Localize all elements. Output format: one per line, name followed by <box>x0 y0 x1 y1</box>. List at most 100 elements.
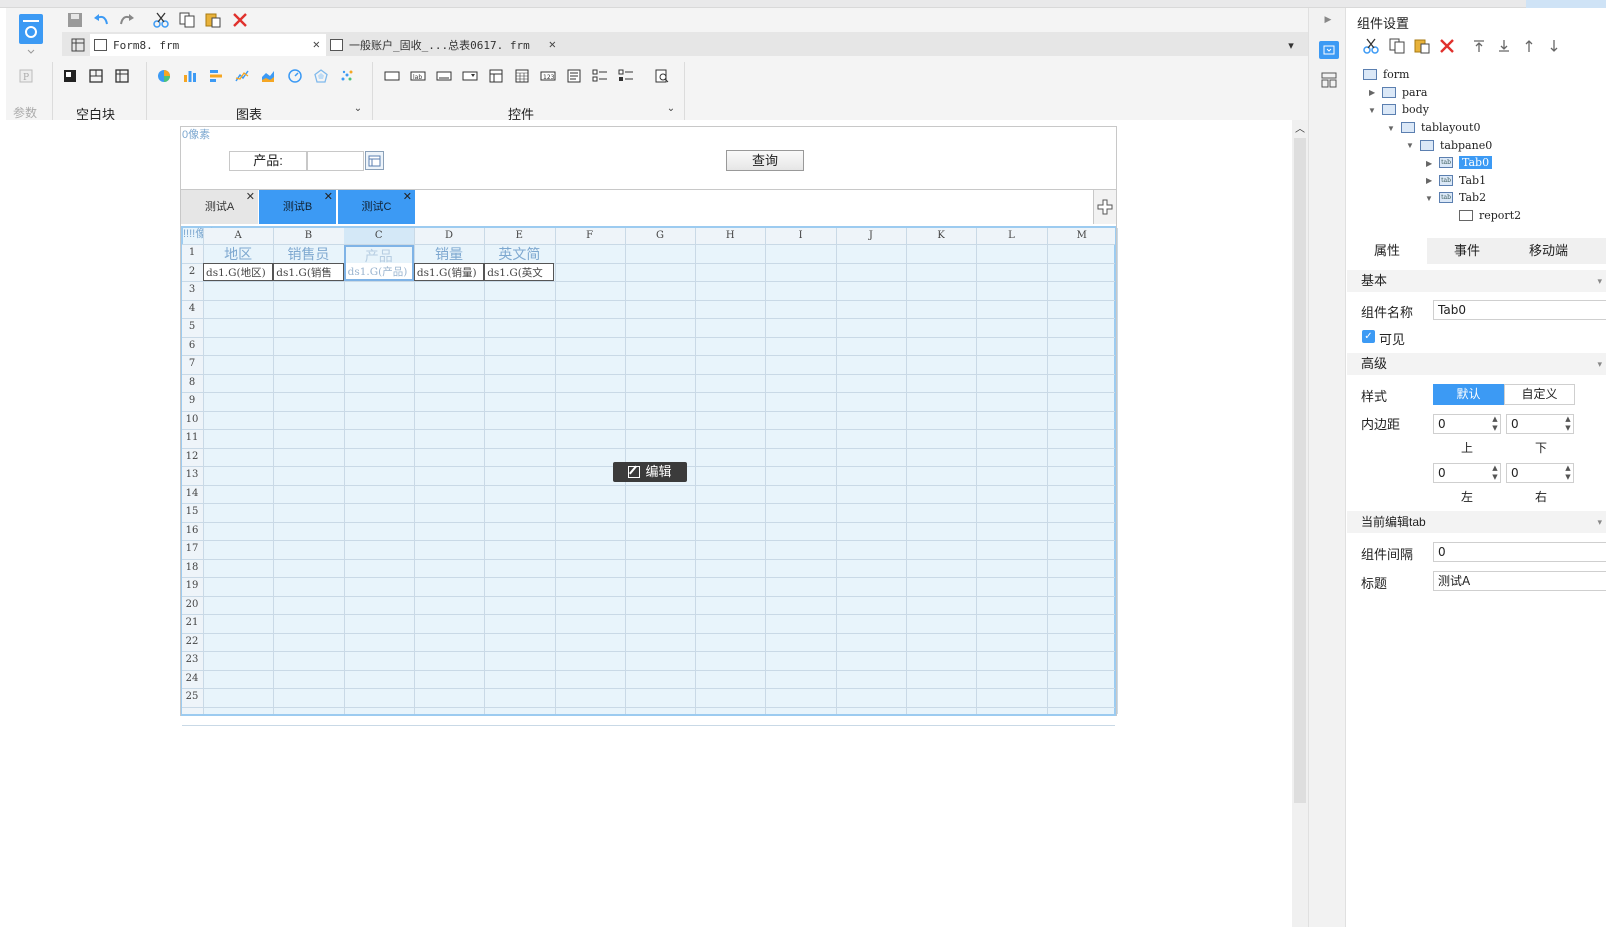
row-header[interactable]: 6 <box>181 337 203 355</box>
text-field-widget-icon[interactable] <box>436 68 452 84</box>
redo-icon[interactable] <box>118 11 136 29</box>
tree-node-report2[interactable]: report2 <box>1459 207 1521 224</box>
move-up-icon[interactable] <box>1521 38 1537 54</box>
tab-properties[interactable]: 属性 <box>1347 238 1427 264</box>
row-header[interactable]: 19 <box>181 577 203 595</box>
row-header[interactable]: 17 <box>181 540 203 558</box>
checkbox-group-widget-icon[interactable] <box>592 68 608 84</box>
row-header[interactable]: 10 <box>181 411 203 429</box>
padding-top-input[interactable]: 0 ▲ ▼ <box>1433 414 1501 434</box>
column-header[interactable]: K <box>906 228 976 244</box>
row-header[interactable]: 5 <box>181 318 203 336</box>
cut-icon[interactable] <box>1363 38 1379 54</box>
tab-test-a[interactable]: 测试A ✕ <box>181 190 258 224</box>
tree-node-tab2[interactable]: tab Tab2 <box>1439 189 1486 206</box>
number-widget-icon[interactable]: 123 <box>540 68 556 84</box>
row-header[interactable]: 23 <box>181 651 203 669</box>
grid-view-icon[interactable] <box>70 37 86 53</box>
edit-button[interactable]: 编辑 <box>613 462 687 482</box>
collapse-caret-icon[interactable]: ▾ <box>1597 270 1602 292</box>
tree-node-para[interactable]: para <box>1382 84 1427 101</box>
column-header[interactable]: F <box>555 228 625 244</box>
chart-expand-icon[interactable]: ⌄ <box>352 102 364 114</box>
canvas-vertical-scrollbar[interactable]: ︿ <box>1292 120 1308 927</box>
cut-icon[interactable] <box>152 11 170 29</box>
button-widget-icon[interactable] <box>384 68 400 84</box>
column-header[interactable]: H <box>695 228 765 244</box>
column-header[interactable]: G <box>625 228 695 244</box>
area-chart-icon[interactable] <box>260 68 276 84</box>
tab-layout-icon[interactable] <box>114 68 130 84</box>
date-widget-icon[interactable] <box>514 68 530 84</box>
column-header[interactable]: L <box>976 228 1046 244</box>
row-header[interactable]: 4 <box>181 300 203 318</box>
column-header[interactable]: D <box>414 228 484 244</box>
radio-group-widget-icon[interactable] <box>618 68 634 84</box>
close-icon[interactable]: ✕ <box>403 180 412 214</box>
close-icon[interactable]: ✕ <box>549 37 556 51</box>
search-widget-icon[interactable] <box>654 68 670 84</box>
tree-node-body[interactable]: body <box>1382 101 1429 118</box>
move-to-top-icon[interactable] <box>1471 38 1487 54</box>
style-custom-button[interactable]: 自定义 <box>1504 384 1575 405</box>
collapse-caret-icon[interactable]: ▾ <box>1597 353 1602 375</box>
padding-right-input[interactable]: 0 ▲ ▼ <box>1506 463 1574 483</box>
dropdown-widget-icon[interactable] <box>462 68 478 84</box>
absolute-layout-icon[interactable] <box>62 68 78 84</box>
collapse-icon[interactable]: ▼ <box>1425 194 1433 203</box>
radar-chart-icon[interactable] <box>313 68 329 84</box>
data-cell[interactable]: ds1.G(英文 <box>484 263 555 281</box>
widget-library-icon[interactable] <box>1319 71 1339 89</box>
expand-icon[interactable]: ▶ <box>1426 159 1432 168</box>
column-header[interactable]: M <box>1047 228 1117 244</box>
header-cell[interactable]: 地区 <box>203 245 273 263</box>
header-cell[interactable]: 产品 <box>343 245 414 263</box>
file-tab-form8[interactable]: Form8. frm ✕ <box>90 34 326 56</box>
row-header[interactable]: 14 <box>181 485 203 503</box>
row-header[interactable]: 16 <box>181 522 203 540</box>
collapse-caret-icon[interactable]: ▾ <box>1597 511 1602 533</box>
close-icon[interactable]: ✕ <box>313 37 320 51</box>
title-input[interactable]: 测试A <box>1433 571 1606 591</box>
row-header[interactable]: 21 <box>181 614 203 632</box>
scroll-up-icon[interactable]: ︿ <box>1293 120 1307 135</box>
padding-bottom-input[interactable]: 0 ▲ ▼ <box>1506 414 1574 434</box>
paste-icon[interactable] <box>204 11 222 29</box>
text-area-widget-icon[interactable] <box>566 68 582 84</box>
data-cell[interactable]: ds1.G(销量) <box>413 263 485 281</box>
tree-node-form[interactable]: form <box>1363 66 1409 83</box>
scrollbar-thumb[interactable] <box>1294 138 1306 803</box>
header-cell[interactable]: 销售员 <box>273 245 343 263</box>
close-icon[interactable]: ✕ <box>324 180 333 214</box>
app-menu-icon[interactable] <box>18 12 44 54</box>
row-header[interactable]: 12 <box>181 448 203 466</box>
collapse-icon[interactable]: ▼ <box>1406 141 1414 150</box>
close-icon[interactable]: ✕ <box>246 180 255 214</box>
section-advanced[interactable]: 高级 ▾ <box>1347 353 1606 375</box>
copy-icon[interactable] <box>178 11 196 29</box>
collapse-arrow-icon[interactable]: ▶ <box>1321 12 1335 26</box>
section-current-tab[interactable]: 当前编辑tab ▾ <box>1347 511 1606 533</box>
row-header[interactable]: 1 <box>181 244 203 262</box>
section-basic[interactable]: 基本 ▾ <box>1347 270 1606 292</box>
tab-events[interactable]: 事件 <box>1427 238 1507 264</box>
component-name-input[interactable]: Tab0 <box>1433 300 1606 320</box>
pie-chart-icon[interactable] <box>156 68 172 84</box>
delete-icon[interactable] <box>1439 38 1455 54</box>
move-down-icon[interactable] <box>1546 38 1562 54</box>
move-to-bottom-icon[interactable] <box>1496 38 1512 54</box>
row-header[interactable]: 25 <box>181 688 203 706</box>
column-header[interactable]: B <box>273 228 343 244</box>
expand-icon[interactable]: ▶ <box>1369 88 1375 97</box>
combo-widget-icon[interactable] <box>488 68 504 84</box>
label-widget-icon[interactable]: lab <box>410 68 426 84</box>
row-header[interactable]: 15 <box>181 503 203 521</box>
save-icon[interactable] <box>66 11 84 29</box>
row-header[interactable]: 7 <box>181 355 203 373</box>
column-header[interactable]: E <box>484 228 554 244</box>
query-button[interactable]: 查询 <box>726 150 804 171</box>
scatter-chart-icon[interactable] <box>339 68 355 84</box>
data-cell[interactable]: ds1.G(销售 <box>273 263 344 281</box>
header-cell[interactable]: 英文简 <box>484 245 554 263</box>
tab-test-c[interactable]: 测试C ✕ <box>338 190 415 224</box>
